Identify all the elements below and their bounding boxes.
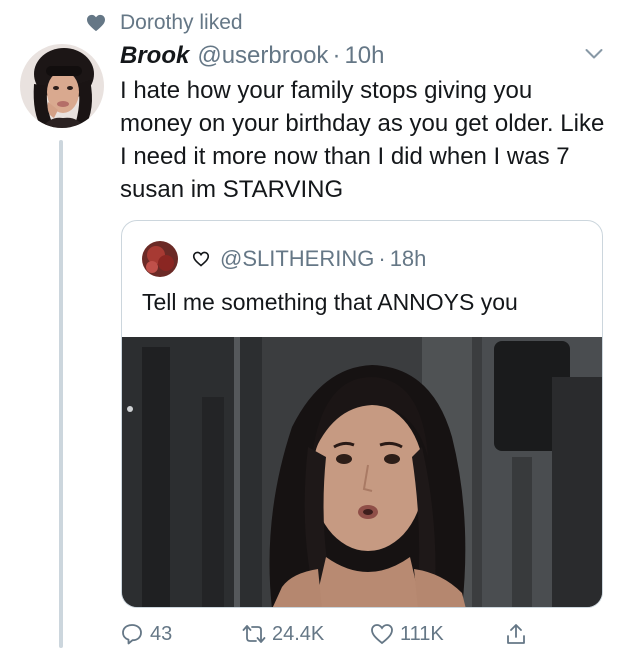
reply-button[interactable]: 43	[120, 618, 172, 650]
tweet-actions: 43 24.4K 111K	[120, 618, 600, 650]
retweet-button[interactable]: 24.4K	[242, 618, 324, 650]
quoted-author-handle[interactable]: @SLITHERING	[220, 246, 374, 272]
thread-line	[59, 140, 63, 648]
social-context[interactable]: Dorothy liked	[86, 10, 243, 36]
quoted-tweet-card[interactable]: @SLITHERING · 18h Tell me something that…	[121, 220, 603, 608]
heart-filled-icon	[87, 14, 105, 32]
share-button[interactable]	[504, 618, 534, 650]
retweet-count: 24.4K	[272, 622, 325, 645]
quoted-timestamp[interactable]: 18h	[390, 246, 427, 272]
like-button[interactable]: 111K	[370, 618, 444, 650]
author-handle[interactable]: @userbrook	[197, 42, 328, 70]
author-name[interactable]: Brook	[120, 42, 189, 70]
retweet-icon	[242, 625, 266, 643]
heart-outline-icon	[192, 251, 210, 267]
liked-by-label: Dorothy liked	[120, 11, 243, 34]
share-icon	[507, 624, 525, 644]
tweet-text: I hate how your family stops giving you …	[120, 77, 605, 203]
chevron-down-icon[interactable]	[585, 48, 603, 60]
avatar[interactable]	[20, 44, 104, 128]
quoted-separator-dot: ·	[378, 246, 386, 271]
reply-icon	[122, 624, 142, 645]
heart-outline-icon	[371, 624, 393, 645]
quoted-tweet-text: Tell me something that ANNOYS you	[142, 289, 518, 315]
tweet-header: Brook @userbrook · 10h	[120, 40, 384, 72]
quoted-avatar	[142, 241, 178, 277]
like-count: 111K	[400, 622, 444, 645]
quoted-tweet-image[interactable]	[122, 337, 602, 607]
reply-count: 43	[150, 622, 173, 645]
separator-dot: ·	[332, 42, 341, 69]
quoted-tweet-header: @SLITHERING · 18h	[142, 241, 426, 277]
tweet-timestamp[interactable]: 10h	[344, 42, 384, 70]
